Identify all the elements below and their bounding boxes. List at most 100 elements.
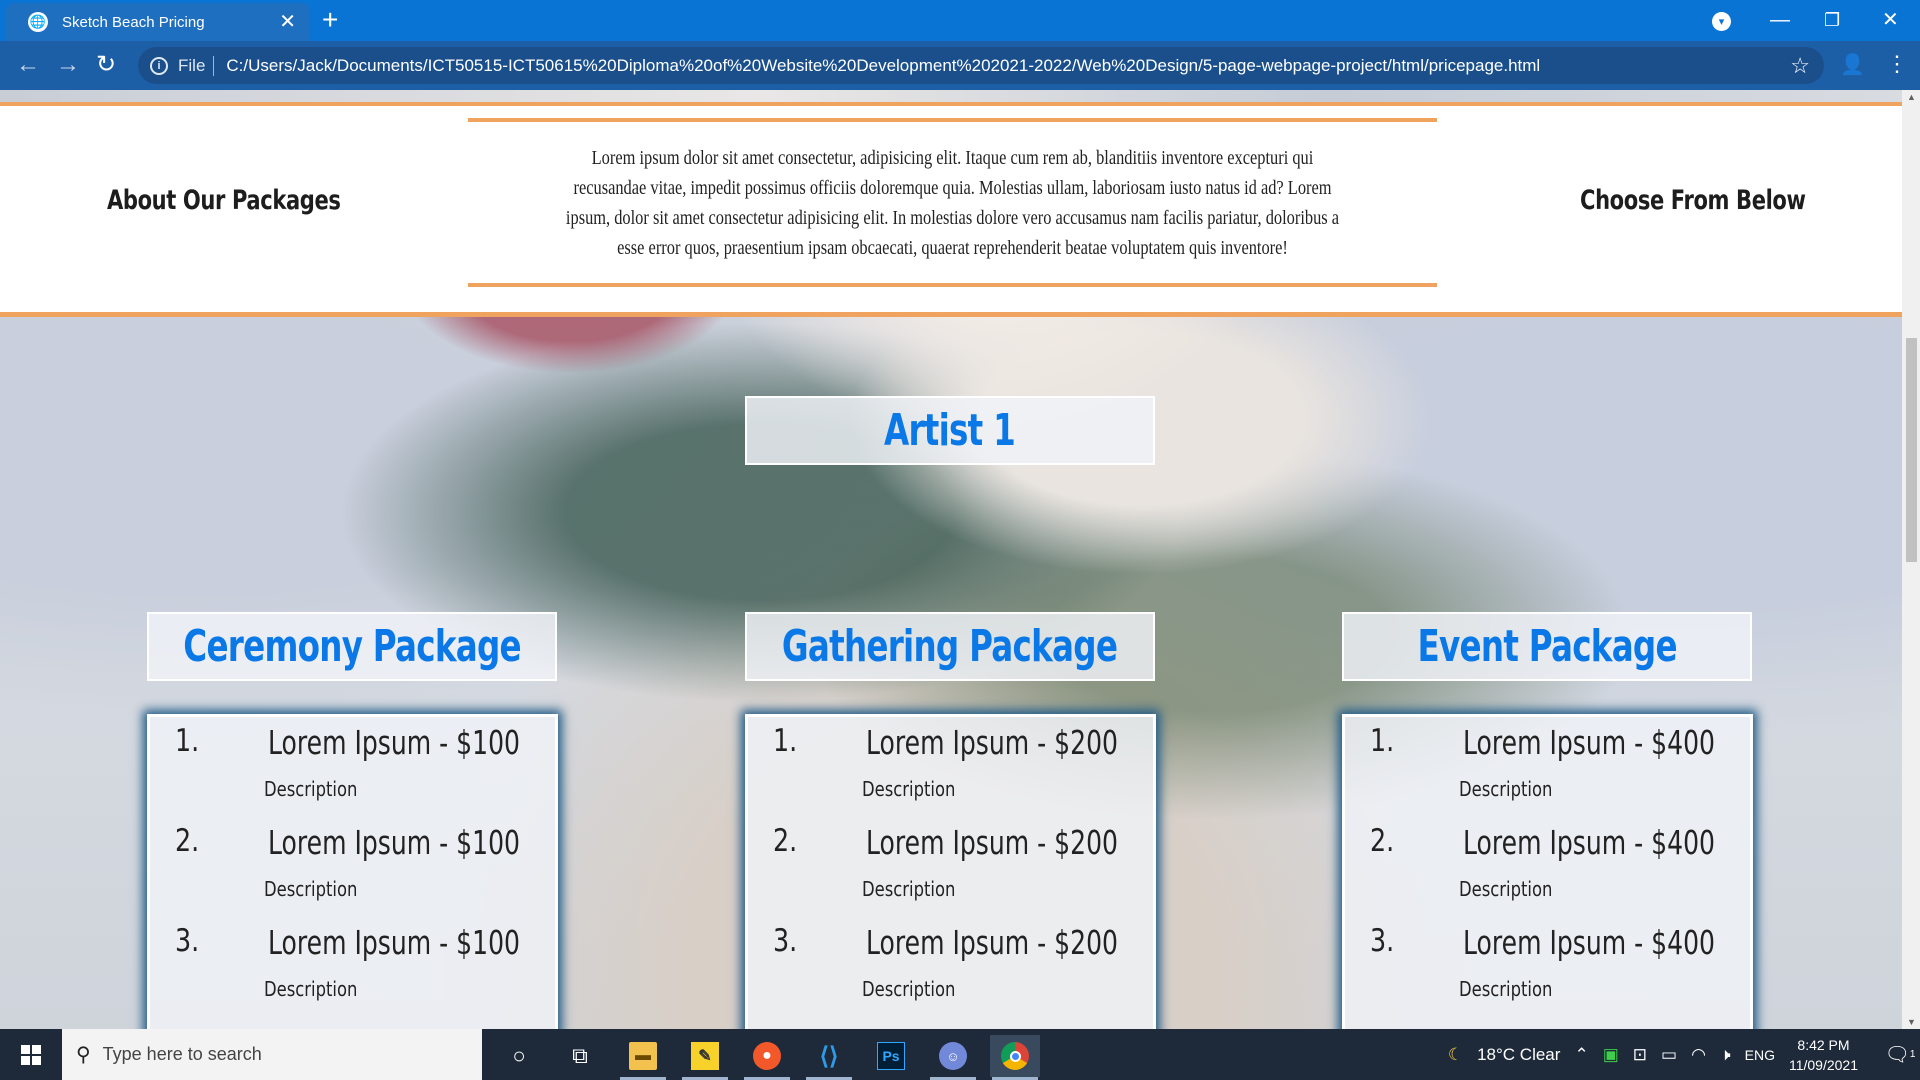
clock[interactable]: 8:42 PM 11/09/2021 — [1789, 1035, 1858, 1075]
weather-moon-icon[interactable]: ☾ — [1448, 1045, 1463, 1065]
window-close-icon[interactable]: ✕ — [1882, 6, 1899, 34]
list-item: 3. Lorem Ipsum - $400 Description — [1345, 917, 1750, 1017]
info-icon[interactable]: i — [150, 56, 168, 75]
item-name: Lorem Ipsum - $400 — [1463, 823, 1716, 862]
background-strip — [0, 90, 1902, 106]
system-tray: ☾ 18°C Clear ⌃ ▣ ⊡ ▭ ◠ 🕨 ENG 8:42 PM 11/… — [1448, 1029, 1920, 1080]
item-number: 2. — [175, 823, 200, 859]
taskbar: ⚲ Type here to search ○ ⧉ ▬ ✎ ● ⟨⟩ Ps ☺ … — [0, 1029, 1920, 1080]
url-text[interactable]: C:/Users/Jack/Documents/ICT50515-ICT5061… — [226, 56, 1790, 76]
start-button[interactable] — [0, 1029, 62, 1080]
reload-icon[interactable]: ↻ — [96, 50, 116, 80]
item-number: 1. — [1370, 723, 1395, 759]
item-name: Lorem Ipsum - $400 — [1463, 923, 1716, 962]
package-list-event: 1. Lorem Ipsum - $400 Description 2. Lor… — [1342, 714, 1753, 1029]
wifi-icon[interactable]: ◠ — [1691, 1045, 1706, 1065]
item-description: Description — [862, 877, 956, 901]
item-name: Lorem Ipsum - $400 — [1463, 723, 1716, 762]
item-name: Lorem Ipsum - $200 — [866, 923, 1119, 962]
menu-icon[interactable]: ⋮ — [1886, 51, 1908, 77]
scrollbar-thumb[interactable] — [1906, 338, 1917, 562]
artist-title: Artist 1 — [884, 405, 1016, 456]
item-number: 1. — [175, 723, 200, 759]
discord-icon[interactable]: ☺ — [928, 1035, 978, 1080]
page-viewport: About Our Packages Lorem ipsum dolor sit… — [0, 90, 1902, 1029]
browser-tab[interactable]: 🌐 Sketch Beach Pricing ✕ — [6, 3, 310, 41]
bookmark-star-icon[interactable]: ☆ — [1790, 53, 1810, 79]
item-name: Lorem Ipsum - $200 — [866, 823, 1119, 862]
profile-icon[interactable]: 👤 — [1840, 54, 1865, 76]
back-icon[interactable]: ← — [16, 50, 40, 80]
clock-time: 8:42 PM — [1797, 1036, 1850, 1053]
item-name: Lorem Ipsum - $200 — [866, 723, 1119, 762]
about-paragraph: Lorem ipsum dolor sit amet consectetur, … — [565, 146, 1340, 259]
package-title: Event Package — [1417, 621, 1677, 672]
about-text-box: Lorem ipsum dolor sit amet consectetur, … — [468, 118, 1437, 287]
item-name: Lorem Ipsum - $100 — [268, 823, 521, 862]
page-scrollbar[interactable]: ▲ ▼ — [1902, 90, 1920, 1029]
list-item: 2. Lorem Ipsum - $200 Description — [748, 817, 1153, 917]
new-tab-button[interactable]: + — [322, 6, 338, 34]
list-item: 3. Lorem Ipsum - $200 Description — [748, 917, 1153, 1017]
language-indicator[interactable]: ENG — [1745, 1047, 1775, 1063]
cortana-icon[interactable]: ○ — [494, 1035, 544, 1077]
scroll-down-icon[interactable]: ▼ — [1907, 1017, 1916, 1027]
list-item: 1. Lorem Ipsum - $200 Description — [748, 717, 1153, 817]
vscode-icon[interactable]: ⟨⟩ — [804, 1035, 854, 1080]
search-icon: ⚲ — [76, 1044, 91, 1066]
choose-heading: Choose From Below — [1580, 185, 1806, 216]
tray-app-icon[interactable]: ▣ — [1603, 1045, 1619, 1065]
about-heading: About Our Packages — [107, 185, 341, 216]
tab-search-icon[interactable]: ▾ — [1712, 12, 1731, 31]
item-description: Description — [862, 777, 956, 801]
package-list-ceremony: 1. Lorem Ipsum - $100 Description 2. Lor… — [147, 714, 558, 1029]
item-description: Description — [862, 977, 956, 1001]
photoshop-icon[interactable]: Ps — [866, 1035, 916, 1077]
tab-title: Sketch Beach Pricing — [62, 13, 205, 31]
list-item: 3. Lorem Ipsum - $100 Description — [150, 917, 555, 1017]
item-description: Description — [264, 977, 358, 1001]
browser-tab-bar: 🌐 Sketch Beach Pricing ✕ + ▾ — ❐ ✕ — [0, 0, 1920, 41]
volume-muted-icon[interactable]: 🕨 — [1720, 1045, 1731, 1065]
item-description: Description — [264, 777, 358, 801]
item-name: Lorem Ipsum - $100 — [268, 923, 521, 962]
list-item: 2. Lorem Ipsum - $100 Description — [150, 817, 555, 917]
item-description: Description — [264, 877, 358, 901]
file-explorer-icon[interactable]: ▬ — [618, 1035, 668, 1080]
notification-count: 1 — [1909, 1049, 1916, 1060]
item-number: 2. — [773, 823, 798, 859]
firefox-icon[interactable]: ● — [742, 1035, 792, 1080]
item-number: 2. — [1370, 823, 1395, 859]
browser-toolbar: ← → ↻ i File C:/Users/Jack/Documents/ICT… — [0, 41, 1920, 90]
task-view-icon[interactable]: ⧉ — [555, 1035, 605, 1077]
weather-text[interactable]: 18°C Clear — [1477, 1045, 1560, 1065]
chrome-icon[interactable] — [990, 1035, 1040, 1080]
package-title-box: Event Package — [1342, 612, 1752, 681]
tab-close-icon[interactable]: ✕ — [279, 12, 296, 32]
item-number: 3. — [773, 923, 798, 959]
restore-icon[interactable]: ❐ — [1824, 6, 1840, 34]
divider — [213, 55, 215, 76]
item-description: Description — [1459, 877, 1553, 901]
forward-icon[interactable]: → — [56, 50, 80, 80]
globe-icon: 🌐 — [28, 12, 48, 32]
meet-icon[interactable]: ⊡ — [1633, 1045, 1647, 1065]
item-number: 1. — [773, 723, 798, 759]
sticky-notes-icon[interactable]: ✎ — [680, 1035, 730, 1080]
minimize-icon[interactable]: — — [1770, 6, 1790, 34]
item-number: 3. — [1370, 923, 1395, 959]
package-list-gathering: 1. Lorem Ipsum - $200 Description 2. Lor… — [745, 714, 1156, 1029]
chevron-up-icon[interactable]: ⌃ — [1574, 1045, 1588, 1065]
scroll-up-icon[interactable]: ▲ — [1907, 92, 1916, 102]
battery-icon[interactable]: ▭ — [1661, 1045, 1677, 1065]
search-placeholder: Type here to search — [102, 1044, 262, 1064]
package-title-box: Ceremony Package — [147, 612, 557, 681]
notification-center-icon[interactable]: 🗨 1 — [1880, 1029, 1920, 1080]
list-item: 1. Lorem Ipsum - $400 Description — [1345, 717, 1750, 817]
address-bar[interactable]: i File C:/Users/Jack/Documents/ICT50515-… — [138, 47, 1824, 84]
item-description: Description — [1459, 777, 1553, 801]
artist-title-box: Artist 1 — [745, 396, 1155, 465]
taskbar-search[interactable]: ⚲ Type here to search — [62, 1029, 482, 1080]
item-number: 3. — [175, 923, 200, 959]
package-title: Gathering Package — [782, 621, 1118, 672]
